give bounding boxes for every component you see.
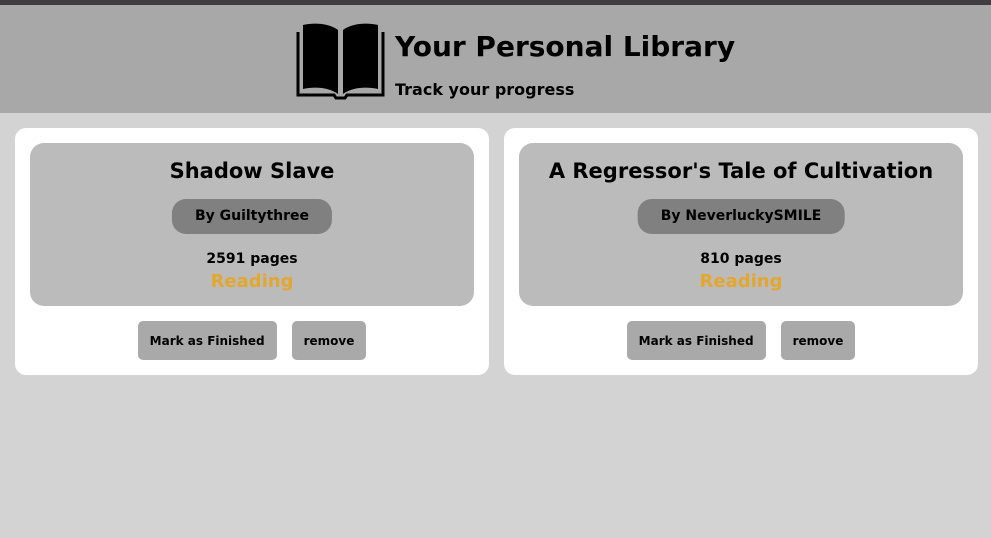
book-info-panel: Shadow Slave By Guiltythree 2591 pages R… [30,143,474,306]
app-header: Your Personal Library Track your progres… [0,5,991,113]
mark-finished-button[interactable]: Mark as Finished [626,321,766,360]
remove-button[interactable]: remove [291,321,367,360]
page-count: 810 pages [700,251,782,267]
book-title: Shadow Slave [169,159,335,183]
author-badge: By NeverluckySMILE [637,199,845,234]
page-count: 2591 pages [206,251,298,267]
page-subtitle: Track your progress [395,80,575,99]
reading-status: Reading [699,271,783,292]
book-actions: Mark as Finished remove [504,321,978,360]
mark-finished-button[interactable]: Mark as Finished [137,321,277,360]
author-badge: By Guiltythree [171,199,333,234]
open-book-icon [296,23,385,100]
book-info-panel: A Regressor's Tale of Cultivation By Nev… [519,143,963,306]
book-card: A Regressor's Tale of Cultivation By Nev… [504,128,978,375]
page-title: Your Personal Library [395,30,736,63]
book-actions: Mark as Finished remove [15,321,489,360]
remove-button[interactable]: remove [780,321,856,360]
book-card: Shadow Slave By Guiltythree 2591 pages R… [15,128,489,375]
book-title: A Regressor's Tale of Cultivation [548,159,934,183]
reading-status: Reading [210,271,294,292]
